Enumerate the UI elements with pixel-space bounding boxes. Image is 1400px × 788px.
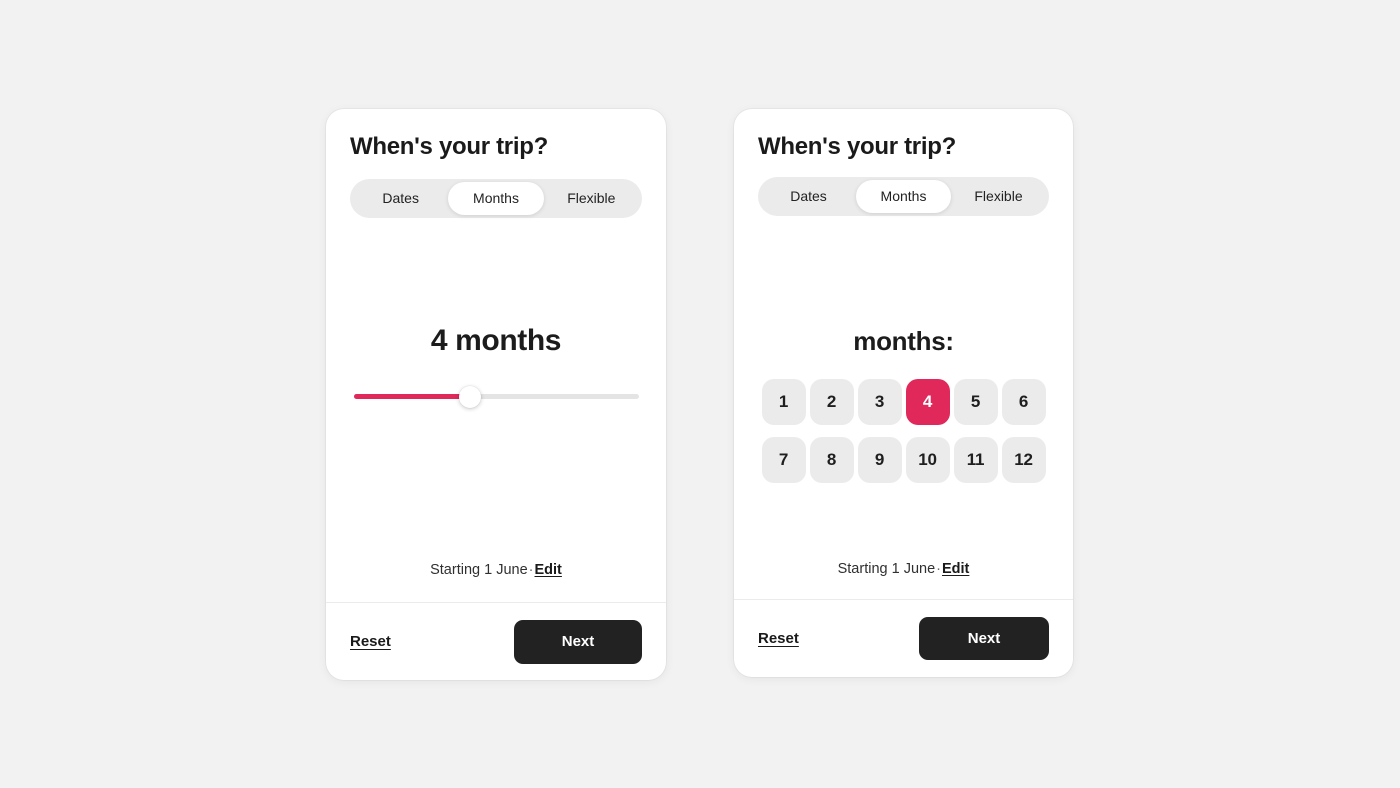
month-chip-11[interactable]: 11 [953, 436, 998, 483]
card-body: months: 1 2 3 4 5 6 7 8 9 10 11 12 [734, 216, 1073, 561]
trip-date-card-slider: When's your trip? Dates Months Flexible … [326, 109, 666, 680]
edit-start-date-link[interactable]: Edit [535, 562, 562, 578]
card-header: When's your trip? Dates Months Flexible [326, 109, 666, 218]
page-title: When's your trip? [758, 133, 956, 160]
slider-thumb[interactable] [459, 385, 482, 408]
tab-months[interactable]: Months [448, 181, 544, 215]
tab-flexible[interactable]: Flexible [951, 180, 1046, 213]
starting-date-text: Starting 1 June [837, 561, 936, 577]
tab-months[interactable]: Months [856, 179, 951, 213]
months-heading: months: [853, 325, 954, 356]
month-chip-9[interactable]: 9 [857, 436, 902, 483]
month-chip-3[interactable]: 3 [857, 378, 902, 425]
duration-value-label: 4 months [430, 323, 562, 357]
screen: When's your trip? Dates Months Flexible … [0, 0, 1400, 788]
duration-slider[interactable] [353, 385, 639, 408]
month-chip-8[interactable]: 8 [809, 436, 854, 483]
card-header: When's your trip? Dates Months Flexible [734, 109, 1073, 216]
starting-date-text: Starting 1 June [430, 562, 528, 578]
edit-start-date-link[interactable]: Edit [942, 561, 969, 577]
month-chip-4[interactable]: 4 [905, 378, 950, 425]
month-chip-2[interactable]: 2 [809, 378, 854, 425]
slider-fill [353, 393, 471, 399]
month-chip-5[interactable]: 5 [953, 378, 998, 425]
tab-flexible[interactable]: Flexible [544, 182, 639, 215]
reset-button[interactable]: Reset [758, 630, 799, 647]
month-chip-7[interactable]: 7 [761, 436, 806, 483]
card-body: 4 months [326, 218, 666, 562]
month-chip-6[interactable]: 6 [1001, 378, 1046, 425]
months-block: months: 1 2 3 4 5 6 7 8 9 10 11 12 [734, 328, 1073, 483]
next-button[interactable]: Next [919, 617, 1049, 660]
trip-date-card-grid: When's your trip? Dates Months Flexible … [734, 109, 1073, 677]
month-chip-10[interactable]: 10 [905, 436, 950, 483]
month-chip-1[interactable]: 1 [761, 378, 806, 425]
month-chip-12[interactable]: 12 [1001, 436, 1046, 483]
reset-button[interactable]: Reset [350, 633, 391, 650]
separator-dot: · [936, 561, 941, 577]
duration-block: 4 months [326, 323, 666, 408]
tab-dates[interactable]: Dates [353, 182, 448, 215]
card-footer: Reset Next [734, 599, 1073, 677]
starting-date-row: Starting 1 June·Edit [326, 562, 666, 602]
card-footer: Reset Next [326, 602, 666, 680]
months-grid[interactable]: 1 2 3 4 5 6 7 8 9 10 11 12 [759, 378, 1049, 483]
next-button[interactable]: Next [514, 619, 642, 664]
date-mode-segmented-control[interactable]: Dates Months Flexible [350, 178, 642, 218]
tab-dates[interactable]: Dates [761, 180, 856, 213]
date-mode-segmented-control[interactable]: Dates Months Flexible [758, 176, 1049, 216]
page-title: When's your trip? [350, 133, 548, 160]
starting-date-row: Starting 1 June·Edit [734, 561, 1073, 599]
separator-dot: · [528, 562, 534, 578]
